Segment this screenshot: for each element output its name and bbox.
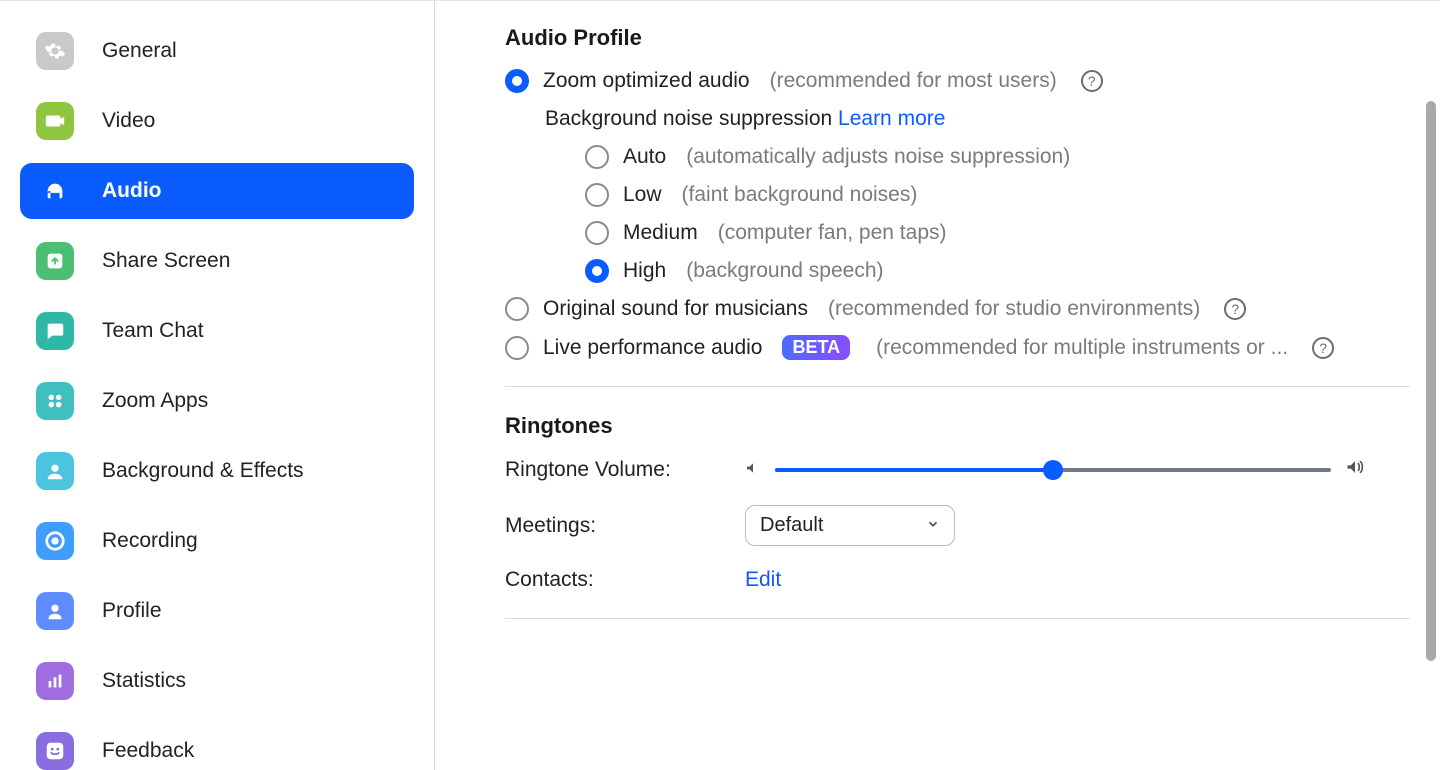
noise-suppression-option[interactable]: Medium (computer fan, pen taps) [585,221,1440,245]
option-label: Original sound for musicians [543,297,808,321]
contacts-ringtone-row: Contacts: Edit [505,568,1440,592]
option-hint: (faint background noises) [682,183,918,207]
ringtone-volume-label: Ringtone Volume: [505,458,745,482]
sidebar-item-team-chat[interactable]: Team Chat [20,303,414,359]
option-hint: (computer fan, pen taps) [718,221,947,245]
chevron-down-icon [926,514,940,537]
content-scrollbar[interactable] [1424,1,1436,770]
audio-profile-options: Zoom optimized audio (recommended for mos… [505,69,1440,360]
radio-button[interactable] [505,336,529,360]
meetings-ringtone-row: Meetings: Default [505,505,1440,546]
sidebar-item-label: Recording [102,529,198,553]
headphones-icon [36,172,74,210]
contacts-ringtone-label: Contacts: [505,568,745,592]
noise-suppression-title: Background noise suppression [545,107,832,130]
smile-icon [36,732,74,770]
ringtone-volume-slider[interactable] [775,458,1331,482]
help-icon[interactable]: ? [1081,70,1103,92]
sidebar-item-statistics[interactable]: Statistics [20,653,414,709]
radio-button[interactable] [585,183,609,207]
sidebar-item-label: General [102,39,177,63]
sidebar-item-label: Zoom Apps [102,389,208,413]
ringtone-volume-row: Ringtone Volume: [505,457,1440,483]
option-label: Medium [623,221,698,245]
radio-button[interactable] [505,297,529,321]
sidebar-item-label: Feedback [102,739,194,763]
sidebar-item-zoom-apps[interactable]: Zoom Apps [20,373,414,429]
person-icon [36,452,74,490]
help-icon[interactable]: ? [1312,337,1334,359]
option-label: Zoom optimized audio [543,69,750,93]
settings-sidebar: General Video Audio Share Screen Team Chat Zo… [0,1,435,770]
sidebar-item-background-effects[interactable]: Background & Effects [20,443,414,499]
radio-button[interactable] [585,145,609,169]
sidebar-item-general[interactable]: General [20,23,414,79]
stats-icon [36,662,74,700]
sidebar-item-recording[interactable]: Recording [20,513,414,569]
sidebar-item-label: Statistics [102,669,186,693]
sidebar-item-label: Background & Effects [102,459,304,483]
option-label: Live performance audio [543,336,762,360]
contacts-edit-link[interactable]: Edit [745,568,781,592]
option-label: High [623,259,666,283]
scrollbar-thumb[interactable] [1426,101,1436,661]
help-icon[interactable]: ? [1224,298,1246,320]
settings-content: Audio Profile Zoom optimized audio (recom… [435,1,1440,770]
apps-icon [36,382,74,420]
section-divider [505,386,1410,387]
meetings-ringtone-label: Meetings: [505,514,745,538]
app-window: General Video Audio Share Screen Team Chat Zo… [0,0,1440,770]
sidebar-item-label: Video [102,109,155,133]
option-hint: (background speech) [686,259,883,283]
beta-badge: BETA [782,335,850,360]
profile-icon [36,592,74,630]
audio-profile-option[interactable]: Live performance audio BETA (recommended f… [505,335,1440,360]
sidebar-item-label: Profile [102,599,162,623]
share-icon [36,242,74,280]
option-hint: (automatically adjusts noise suppression… [686,145,1070,169]
noise-suppression-title-row: Background noise suppression Learn more [545,107,1440,131]
ringtones-title: Ringtones [505,413,1440,439]
noise-suppression-option[interactable]: Auto (automatically adjusts noise suppres… [585,145,1440,169]
noise-suppression-group: Background noise suppression Learn more A… [545,107,1440,283]
audio-profile-option[interactable]: Original sound for musicians (recommended… [505,297,1440,321]
audio-profile-title: Audio Profile [505,25,1440,51]
radio-button[interactable] [585,259,609,283]
sidebar-item-video[interactable]: Video [20,93,414,149]
meetings-ringtone-value: Default [760,514,823,537]
noise-suppression-option[interactable]: Low (faint background noises) [585,183,1440,207]
option-hint: (recommended for most users) [770,69,1057,93]
chat-icon [36,312,74,350]
option-label: Low [623,183,662,207]
sidebar-item-label: Share Screen [102,249,230,273]
gear-icon [36,32,74,70]
radio-button[interactable] [505,69,529,93]
sidebar-item-label: Team Chat [102,319,204,343]
learn-more-link[interactable]: Learn more [838,107,945,130]
camera-icon [36,102,74,140]
sidebar-item-share-screen[interactable]: Share Screen [20,233,414,289]
sidebar-item-profile[interactable]: Profile [20,583,414,639]
option-hint: (recommended for multiple instruments or… [876,336,1288,360]
section-divider [505,618,1410,619]
radio-button[interactable] [585,221,609,245]
sidebar-item-feedback[interactable]: Feedback [20,723,414,770]
speaker-high-icon [1345,457,1365,483]
option-label: Auto [623,145,666,169]
sidebar-item-audio[interactable]: Audio [20,163,414,219]
audio-profile-option[interactable]: Zoom optimized audio (recommended for mos… [505,69,1440,93]
ringtone-volume-slider-wrap [745,457,1365,483]
record-icon [36,522,74,560]
meetings-ringtone-select[interactable]: Default [745,505,955,546]
speaker-low-icon [745,458,761,482]
noise-suppression-option[interactable]: High (background speech) [585,259,1440,283]
sidebar-item-label: Audio [102,179,161,203]
option-hint: (recommended for studio environments) [828,297,1200,321]
